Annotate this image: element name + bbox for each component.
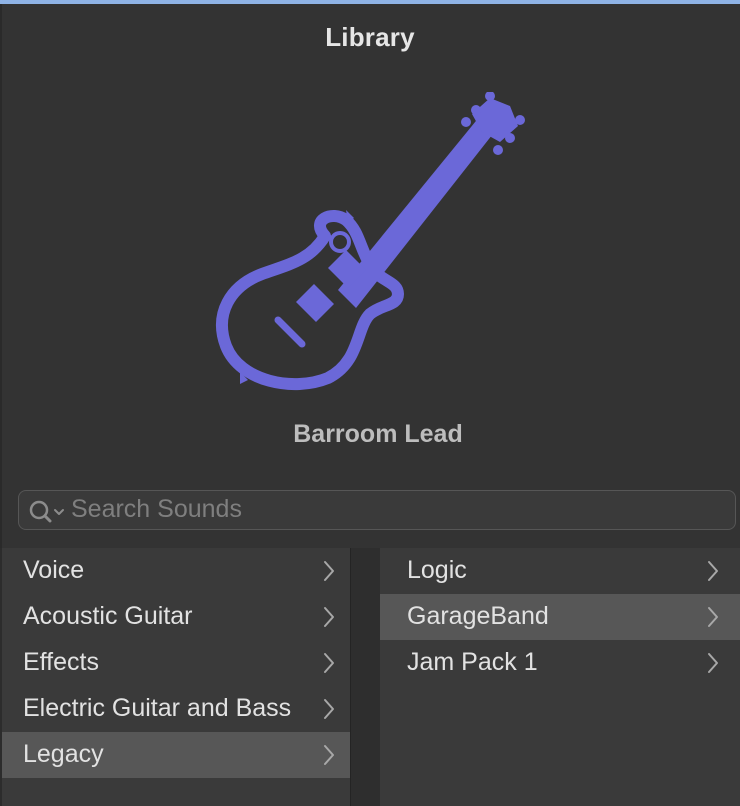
chevron-right-icon (324, 561, 334, 581)
category-item-electric-guitar-and-bass[interactable]: Electric Guitar and Bass (2, 686, 350, 732)
electric-guitar-icon (216, 92, 525, 390)
chevron-right-icon (324, 653, 334, 673)
library-title: Library (325, 22, 415, 52)
category-label: Acoustic Guitar (23, 602, 193, 630)
subcategory-item-jam-pack-1[interactable]: Jam Pack 1 (380, 640, 740, 686)
chevron-right-icon (324, 699, 334, 719)
search-input[interactable] (71, 491, 721, 528)
category-column: Voice Acoustic Guitar Effects Electric G… (2, 548, 350, 806)
subcategory-item-logic[interactable]: Logic (380, 548, 740, 594)
chevron-right-icon (324, 745, 334, 765)
patch-name: Barroom Lead (293, 420, 463, 448)
search-field[interactable] (18, 490, 736, 530)
category-label: Effects (23, 648, 99, 676)
chevron-right-icon (708, 653, 718, 673)
category-item-legacy[interactable]: Legacy (2, 732, 350, 778)
subcategory-item-garageband[interactable]: GarageBand (380, 594, 740, 640)
search-icon[interactable] (27, 499, 69, 523)
subcategory-label: Jam Pack 1 (407, 648, 538, 676)
category-label: Legacy (23, 740, 104, 768)
subcategory-column: Logic GarageBand Jam Pack 1 (380, 548, 740, 806)
chevron-right-icon (708, 607, 718, 627)
subcategory-label: Logic (407, 556, 467, 584)
category-item-acoustic-guitar[interactable]: Acoustic Guitar (2, 594, 350, 640)
chevron-right-icon (708, 561, 718, 581)
column-divider[interactable] (350, 548, 380, 806)
chevron-right-icon (324, 607, 334, 627)
category-item-voice[interactable]: Voice (2, 548, 350, 594)
category-item-effects[interactable]: Effects (2, 640, 350, 686)
category-label: Voice (23, 556, 85, 584)
subcategory-label: GarageBand (407, 602, 549, 630)
category-label: Electric Guitar and Bass (23, 694, 292, 722)
sound-browser: Voice Acoustic Guitar Effects Electric G… (0, 548, 740, 806)
library-panel: Library Barroom Lead Search Sounds Voice… (0, 0, 740, 806)
